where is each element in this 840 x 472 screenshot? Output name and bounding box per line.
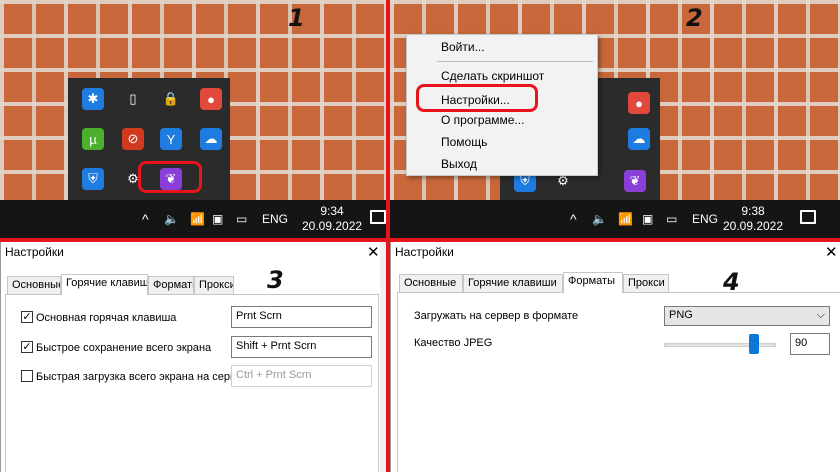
usb-drive-icon[interactable]: ▯ bbox=[122, 88, 144, 110]
close-icon[interactable]: ✕ bbox=[825, 243, 838, 261]
panel-1-tray-overflow: 1 ✱ ▯ 🔒 ● µ ⊘ Y ☁ ⛨ ⚙ ❦ ^ 🔈 📶 ▣ ▭ ENG 9:34 20.09.2… bbox=[0, 0, 386, 238]
main-hotkey-checkbox[interactable]: ✓ bbox=[21, 311, 33, 323]
jpeg-quality-slider-thumb[interactable] bbox=[748, 334, 759, 354]
menu-item-screenshot[interactable]: Сделать скриншот bbox=[441, 69, 544, 83]
hotkeys-tab-page: ✓ Основная горячая клавиша Prnt Scrn ✓ Б… bbox=[5, 294, 379, 472]
settings-window: Настройки ✕ 3 Основные Горячие клавиши Ф… bbox=[0, 242, 380, 472]
battery-icon[interactable]: ▭ bbox=[666, 200, 677, 238]
tab-proxy[interactable]: Прокси bbox=[623, 274, 669, 292]
quick-upload-checkbox[interactable] bbox=[21, 370, 33, 382]
jpeg-quality-label: Качество JPEG bbox=[414, 337, 493, 349]
clock[interactable]: 9:34 20.09.2022 bbox=[302, 204, 362, 234]
red-divider-vertical bbox=[386, 0, 390, 472]
app-tray-icon[interactable]: ▣ bbox=[212, 200, 223, 238]
panel-4-formats-settings: Настройки ✕ 4 Основные Горячие клавиши Ф… bbox=[390, 242, 840, 472]
panel-2-context-menu: 2 ● ☁ ❦ ⛨ ⚙ Войти... Сделать скриншот На… bbox=[390, 0, 840, 238]
settings-window: Настройки ✕ 4 Основные Горячие клавиши Ф… bbox=[390, 242, 840, 472]
utorrent-icon[interactable]: µ bbox=[82, 128, 104, 150]
tab-general[interactable]: Основные bbox=[399, 274, 463, 292]
taskbar: ^ 🔈 📶 ▣ ▭ ENG 9:38 20.09.2022 bbox=[390, 200, 840, 238]
quick-upload-label: Быстрая загрузка всего экрана на сервер bbox=[36, 371, 248, 383]
format-select-value: PNG bbox=[669, 309, 693, 321]
tab-formats[interactable]: Форматы bbox=[148, 276, 194, 294]
menu-item-login[interactable]: Войти... bbox=[441, 40, 485, 54]
menu-separator bbox=[437, 61, 593, 62]
jpeg-quality-input[interactable]: 90 bbox=[790, 333, 830, 355]
tab-bar: Основные Горячие клавиши Форматы Прокси bbox=[1, 274, 380, 295]
defender-icon[interactable]: ⛨ bbox=[82, 168, 104, 190]
format-select[interactable]: PNG ⌵ bbox=[664, 306, 830, 326]
clock[interactable]: 9:38 20.09.2022 bbox=[720, 204, 786, 234]
bluetooth-icon[interactable]: ✱ bbox=[82, 88, 104, 110]
tab-hotkeys[interactable]: Горячие клавиши bbox=[61, 274, 148, 295]
tab-proxy[interactable]: Прокси bbox=[194, 276, 234, 294]
step-number-2: 2 bbox=[686, 4, 703, 32]
menu-item-about[interactable]: О программе... bbox=[441, 113, 524, 127]
notifications-icon[interactable] bbox=[370, 210, 386, 224]
language-indicator[interactable]: ENG bbox=[692, 200, 718, 238]
tab-formats[interactable]: Форматы bbox=[563, 272, 623, 293]
show-hidden-icons-button[interactable]: ^ bbox=[142, 200, 149, 238]
usb-red-icon[interactable]: ⊘ bbox=[122, 128, 144, 150]
quick-save-field[interactable]: Shift + Prnt Scrn bbox=[231, 336, 372, 358]
panel-3-hotkeys-settings: Настройки ✕ 3 Основные Горячие клавиши Ф… bbox=[0, 242, 380, 472]
window-title: Настройки bbox=[5, 245, 64, 259]
clock-time: 9:34 bbox=[320, 204, 344, 218]
taskbar: ^ 🔈 📶 ▣ ▭ ENG 9:34 20.09.2022 bbox=[0, 200, 386, 238]
menu-item-help[interactable]: Помощь bbox=[441, 135, 487, 149]
highlight-box bbox=[138, 161, 202, 193]
wifi-icon[interactable]: 📶 bbox=[618, 200, 633, 238]
tray-overflow-panel: ✱ ▯ 🔒 ● µ ⊘ Y ☁ ⛨ ⚙ ❦ bbox=[68, 78, 230, 200]
main-hotkey-field[interactable]: Prnt Scrn bbox=[231, 306, 372, 328]
tab-bar: Основные Горячие клавиши Форматы Прокси bbox=[391, 272, 840, 293]
formats-tab-page: Загружать на сервер в формате PNG ⌵ Каче… bbox=[397, 292, 840, 472]
clock-date: 20.09.2022 bbox=[722, 219, 784, 233]
app-tray-icon[interactable]: ▣ bbox=[642, 200, 653, 238]
step-number-1: 1 bbox=[288, 4, 305, 32]
close-icon[interactable]: ✕ bbox=[367, 243, 380, 261]
language-indicator[interactable]: ENG bbox=[262, 200, 288, 238]
lock-sync-icon[interactable]: 🔒 bbox=[160, 88, 182, 110]
cloud-icon[interactable]: ☁ bbox=[628, 128, 650, 150]
app-badge-icon[interactable]: ● bbox=[200, 88, 222, 110]
volume-icon[interactable]: 🔈 bbox=[164, 200, 179, 238]
chevron-down-icon: ⌵ bbox=[816, 309, 825, 321]
main-hotkey-label: Основная горячая клавиша bbox=[36, 312, 177, 324]
window-title: Настройки bbox=[395, 245, 454, 259]
menu-item-exit[interactable]: Выход bbox=[441, 157, 477, 171]
notifications-icon[interactable] bbox=[800, 210, 816, 224]
cloud-icon[interactable]: ☁ bbox=[200, 128, 222, 150]
quick-save-label: Быстрое сохранение всего экрана bbox=[36, 342, 212, 354]
clock-time: 9:38 bbox=[741, 204, 765, 218]
tab-general[interactable]: Основные bbox=[7, 276, 61, 294]
battery-icon[interactable]: ▭ bbox=[236, 200, 247, 238]
jpeg-quality-slider-track[interactable] bbox=[664, 343, 776, 347]
upload-format-label: Загружать на сервер в формате bbox=[414, 310, 579, 322]
wifi-icon[interactable]: 📶 bbox=[190, 200, 205, 238]
quick-upload-field[interactable]: Ctrl + Prnt Scrn bbox=[231, 365, 372, 387]
red-divider-horizontal bbox=[0, 238, 840, 242]
clock-date: 20.09.2022 bbox=[302, 219, 363, 233]
tab-hotkeys[interactable]: Горячие клавиши bbox=[463, 274, 563, 292]
highlight-box bbox=[416, 84, 538, 112]
show-hidden-icons-button[interactable]: ^ bbox=[570, 200, 577, 238]
volume-icon[interactable]: 🔈 bbox=[592, 200, 607, 238]
app-badge-icon[interactable]: ● bbox=[628, 92, 650, 114]
yandex-disk-icon[interactable]: Y bbox=[160, 128, 182, 150]
feather-icon[interactable]: ❦ bbox=[624, 170, 646, 192]
quick-save-checkbox[interactable]: ✓ bbox=[21, 341, 33, 353]
